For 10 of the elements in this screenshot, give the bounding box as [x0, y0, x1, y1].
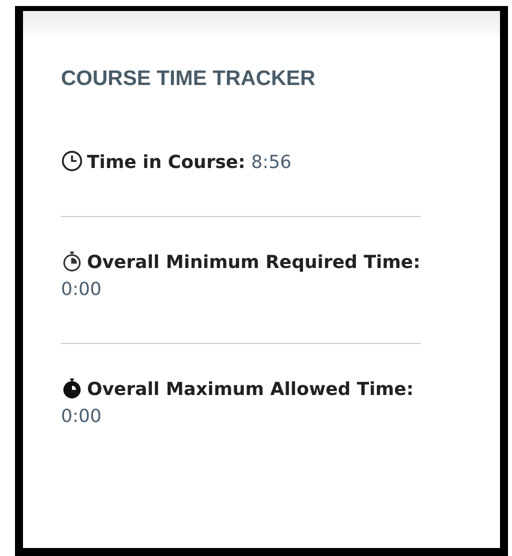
stat-value: 8:56	[251, 152, 292, 173]
tracker-title: COURSE TIME TRACKER	[61, 67, 316, 91]
stat-value: 0:00	[61, 406, 102, 427]
stat-value: 0:00	[61, 279, 102, 300]
stat-label: Overall Minimum Required Time:	[87, 252, 420, 273]
clock-icon	[61, 150, 83, 172]
stat-label: Time in Course:	[87, 152, 246, 173]
stopwatch-icon	[61, 377, 83, 399]
stopwatch-icon	[61, 250, 83, 272]
stat-label: Overall Maximum Allowed Time:	[87, 379, 414, 400]
